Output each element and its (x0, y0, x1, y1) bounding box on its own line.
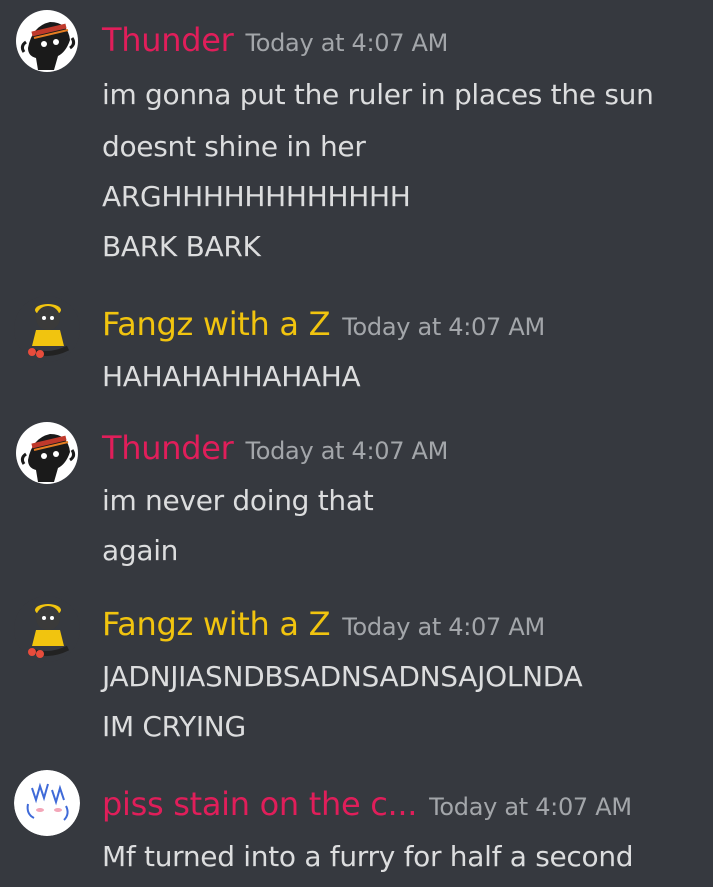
message-text: IM CRYING (102, 710, 246, 743)
fangz-avatar-icon[interactable] (14, 596, 80, 662)
username[interactable]: Fangz with a Z (102, 606, 331, 642)
message-header: Thunder Today at 4:07 AM (102, 22, 448, 58)
message-header: Thunder Today at 4:07 AM (102, 430, 448, 466)
timestamp[interactable]: Today at 4:07 AM (245, 29, 448, 57)
username[interactable]: Thunder (102, 22, 234, 58)
fangz-avatar-icon[interactable] (14, 296, 80, 362)
message-text: ARGHHHHHHHHHHHH (102, 180, 411, 213)
message-text: BARK BARK (102, 230, 261, 263)
message-text: im never doing that (102, 484, 374, 517)
timestamp[interactable]: Today at 4:07 AM (245, 437, 448, 465)
message-header: Fangz with a Z Today at 4:07 AM (102, 606, 545, 642)
thunder-avatar-icon[interactable] (14, 420, 80, 486)
message-text: JADNJIASNDBSADNSADNSAJOLNDA (102, 660, 583, 693)
piss-avatar-icon[interactable] (14, 770, 80, 836)
message-header: piss stain on the c... Today at 4:07 AM (102, 786, 632, 822)
message-text: HAHAHAHHAHAHA (102, 360, 361, 393)
message-header: Fangz with a Z Today at 4:07 AM (102, 306, 545, 342)
thunder-avatar-icon[interactable] (14, 8, 80, 74)
message-text: Mf turned into a furry for half a second (102, 840, 634, 873)
timestamp[interactable]: Today at 4:07 AM (429, 793, 632, 821)
username[interactable]: Thunder (102, 430, 234, 466)
username[interactable]: Fangz with a Z (102, 306, 331, 342)
username[interactable]: piss stain on the c... (102, 786, 417, 822)
message-text: im gonna put the ruler in places the sun (102, 78, 654, 111)
timestamp[interactable]: Today at 4:07 AM (342, 613, 545, 641)
timestamp[interactable]: Today at 4:07 AM (342, 313, 545, 341)
message-text: again (102, 534, 179, 567)
message-text: doesnt shine in her (102, 130, 366, 163)
